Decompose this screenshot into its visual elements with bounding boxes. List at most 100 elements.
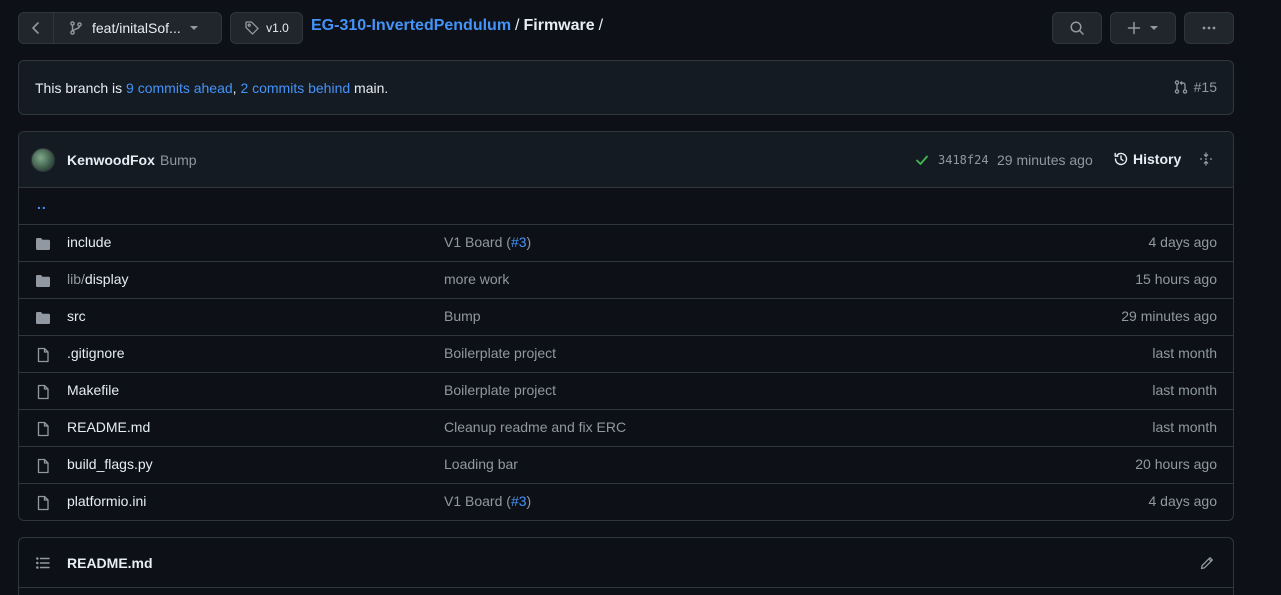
commit-age: last month [1152,419,1217,435]
commit-message-suffix: ) [526,493,532,509]
file-browser: KenwoodFox Bump 3418f24 29 minutes ago H… [18,131,1234,521]
commit-message-text: more work [444,271,510,287]
history-button[interactable]: History [1113,151,1181,167]
commit-age: last month [1152,382,1217,398]
folder-icon [35,273,51,289]
readme-header: README.md [19,538,1233,588]
git-pull-request-icon [1173,79,1189,95]
file-name-link[interactable]: lib/display [67,271,129,287]
history-label: History [1133,151,1182,167]
search-icon [1069,20,1085,36]
avatar[interactable] [31,148,55,172]
file-row[interactable]: lib/display more work 15 hours ago [19,261,1233,298]
fold-icon[interactable] [1199,152,1213,166]
file-name: README.md [67,419,151,435]
file-name-link[interactable]: Makefile [67,382,119,398]
file-name-link[interactable]: README.md [67,419,150,435]
branch-name: feat/initalSof... [92,20,181,36]
parent-directory-link[interactable]: .. [37,196,47,212]
commit-message[interactable]: Bump [160,152,197,168]
history-icon [1113,151,1129,167]
list-unordered-icon[interactable] [35,555,51,571]
branch-status-text: This branch is 9 commits ahead, 2 commit… [35,80,388,96]
readme-panel: README.md [18,537,1234,595]
commit-message-link[interactable]: Cleanup readme and fix ERC [444,419,626,435]
commit-message-link[interactable]: V1 Board (#3) [444,234,531,250]
folder-icon [35,236,51,252]
base-branch: main. [354,80,389,96]
back-button[interactable] [18,12,54,44]
issue-link[interactable]: #3 [511,493,527,509]
branch-status-comma: , [232,80,237,96]
pencil-icon[interactable] [1199,555,1215,571]
breadcrumb-separator: / [598,17,604,34]
file-icon [35,384,51,400]
commit-message-link[interactable]: Boilerplate project [444,382,556,398]
file-icon [35,495,51,511]
breadcrumb: EG-310-InvertedPendulum / Firmware / [311,17,607,35]
commit-message-link[interactable]: V1 Board (#3) [444,493,531,509]
commit-message-text: Boilerplate project [444,382,557,398]
commit-sha[interactable]: 3418f24 [938,153,989,167]
file-row[interactable]: build_flags.py Loading bar 20 hours ago [19,446,1233,483]
file-icon [35,347,51,363]
repo-link[interactable]: EG-310-InvertedPendulum [311,17,511,34]
commit-age: 4 days ago [1148,493,1218,509]
tag-icon [244,20,260,36]
pull-request-number: #15 [1193,79,1217,95]
file-row[interactable]: README.md Cleanup readme and fix ERC last … [19,409,1233,446]
branch-status-prefix: This branch is [35,80,123,96]
file-name: platformio.ini [67,493,147,509]
file-icon [35,421,51,437]
breadcrumb-separator: / [515,17,520,34]
commit-message-text: Boilerplate project [444,345,557,361]
commit-age: 15 hours ago [1135,271,1217,287]
commit-age: 20 hours ago [1135,456,1217,472]
file-name-link[interactable]: build_flags.py [67,456,153,472]
branch-status-banner: This branch is 9 commits ahead, 2 commit… [18,60,1234,115]
file-row[interactable]: Makefile Boilerplate project last month [19,372,1233,409]
file-name-link[interactable]: src [67,308,86,324]
branch-selector[interactable]: feat/initalSof... [53,12,222,44]
add-file-button[interactable] [1110,12,1176,44]
commit-message-link[interactable]: Bump [444,308,481,324]
tag-button[interactable]: v1.0 [230,12,303,44]
file-name: display [84,271,129,287]
caret-down-icon [189,23,199,33]
file-row[interactable]: src Bump 29 minutes ago [19,298,1233,335]
commit-message-text: V1 Board ( [444,493,511,509]
commit-age: 4 days ago [1148,234,1218,250]
commit-author[interactable]: KenwoodFox [67,152,155,168]
current-directory: Firmware [523,17,595,34]
latest-commit-bar: KenwoodFox Bump 3418f24 29 minutes ago H… [19,132,1233,187]
commit-message-suffix: ) [526,234,532,250]
file-name-link[interactable]: .gitignore [67,345,125,361]
check-icon[interactable] [915,153,929,167]
commit-time: 29 minutes ago [997,152,1093,168]
file-row[interactable]: platformio.ini V1 Board (#3) 4 days ago [19,483,1233,520]
kebab-horizontal-icon [1201,20,1217,36]
commits-ahead-link[interactable]: 9 commits ahead [126,80,233,96]
commit-message-link[interactable]: Boilerplate project [444,345,556,361]
file-name-link[interactable]: include [67,234,111,250]
folder-icon [35,310,51,326]
commit-message-link[interactable]: more work [444,271,509,287]
commit-message-link[interactable]: Loading bar [444,456,518,472]
more-options-button[interactable] [1184,12,1234,44]
commit-message-text: Loading bar [444,456,518,472]
path-prefix: lib/ [67,271,85,287]
commit-message-text: Bump [444,308,481,324]
commits-behind-link[interactable]: 2 commits behind [240,80,350,96]
file-name: src [67,308,86,324]
file-row[interactable]: include V1 Board (#3) 4 days ago [19,224,1233,261]
file-row[interactable]: .gitignore Boilerplate project last month [19,335,1233,372]
readme-title[interactable]: README.md [67,555,153,571]
search-button[interactable] [1052,12,1102,44]
commit-age: last month [1152,345,1217,361]
file-name-link[interactable]: platformio.ini [67,493,146,509]
issue-link[interactable]: #3 [511,234,527,250]
pull-request-link[interactable]: #15 [1173,79,1217,95]
file-name: build_flags.py [67,456,153,472]
parent-directory-row[interactable]: .. [19,187,1233,224]
file-icon [35,458,51,474]
